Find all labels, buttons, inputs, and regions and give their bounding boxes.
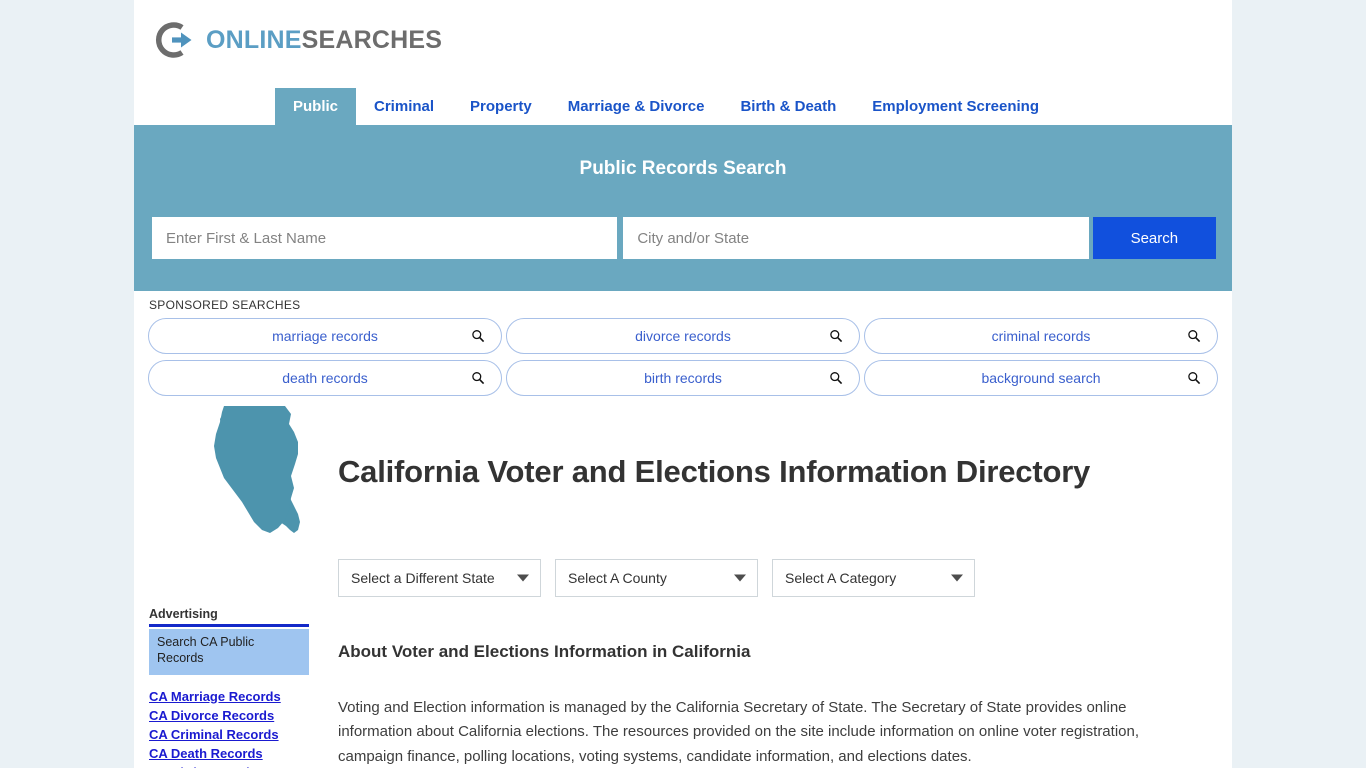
search-icon: [1187, 329, 1201, 343]
sponsored-item-label: marriage records: [272, 328, 378, 344]
search-icon: [1187, 371, 1201, 385]
advertising-heading: Advertising: [149, 607, 309, 627]
search-icon: [829, 371, 843, 385]
ad-link-ca-death-records[interactable]: CA Death Records: [149, 746, 309, 761]
chevron-down-icon: [734, 574, 746, 582]
about-section-heading: About Voter and Elections Information in…: [338, 642, 751, 662]
advertising-link-list: CA Marriage Records CA Divorce Records C…: [149, 689, 309, 768]
sponsored-item-label: divorce records: [635, 328, 731, 344]
tab-property[interactable]: Property: [452, 88, 550, 125]
sponsored-item-label: criminal records: [991, 328, 1091, 344]
tab-criminal[interactable]: Criminal: [356, 88, 452, 125]
sponsored-item-label: birth records: [644, 370, 722, 386]
location-search-input[interactable]: [623, 217, 1089, 259]
search-icon: [471, 329, 485, 343]
select-county-label: Select A County: [568, 570, 667, 586]
page-root: ONLINESEARCHES Public Criminal Property …: [0, 0, 1366, 768]
logo-searches-text: SEARCHES: [301, 25, 443, 54]
banner-title: Public Records Search: [579, 158, 787, 179]
sponsored-searches-label: SPONSORED SEARCHES: [149, 298, 301, 312]
sponsored-item-background-search[interactable]: background search: [864, 360, 1218, 396]
select-category-dropdown[interactable]: Select A Category: [772, 559, 975, 597]
select-county-dropdown[interactable]: Select A County: [555, 559, 758, 597]
tab-label: Employment Screening: [872, 98, 1040, 115]
search-form: Search: [152, 217, 1217, 259]
ad-search-ca-public-records[interactable]: Search CA Public Records: [149, 629, 309, 675]
sponsored-item-label: background search: [981, 370, 1101, 386]
search-icon: [471, 371, 485, 385]
tab-label: Property: [470, 98, 532, 115]
california-map-icon: [190, 402, 320, 542]
sponsored-item-marriage-records[interactable]: marriage records: [148, 318, 502, 354]
chevron-down-icon: [951, 574, 963, 582]
content-area: ONLINESEARCHES Public Criminal Property …: [134, 0, 1232, 768]
sponsored-item-criminal-records[interactable]: criminal records: [864, 318, 1218, 354]
tab-label: Birth & Death: [740, 98, 837, 115]
tab-label: Marriage & Divorce: [567, 98, 705, 115]
search-button[interactable]: Search: [1092, 217, 1217, 259]
main-navigation: Public Criminal Property Marriage & Divo…: [134, 88, 1232, 125]
select-state-label: Select a Different State: [351, 570, 495, 586]
logo-online-text: ONLINE: [206, 25, 302, 54]
tab-label: Public: [293, 98, 339, 115]
about-section-text: Voting and Election information is manag…: [338, 699, 1140, 765]
name-search-input[interactable]: [152, 217, 618, 259]
chevron-down-icon: [517, 574, 529, 582]
tab-employment-screening[interactable]: Employment Screening: [854, 88, 1057, 125]
circle-arrow-icon: [152, 18, 196, 62]
advertising-sidebar: Advertising Search CA Public Records CA …: [149, 607, 309, 768]
tab-public[interactable]: Public: [275, 88, 357, 125]
ad-link-ca-criminal-records[interactable]: CA Criminal Records: [149, 727, 309, 742]
logo-wordmark: ONLINESEARCHES: [206, 25, 443, 54]
sponsored-item-label: death records: [282, 370, 368, 386]
select-category-label: Select A Category: [785, 570, 897, 586]
search-icon: [829, 329, 843, 343]
select-state-dropdown[interactable]: Select a Different State: [338, 559, 541, 597]
ad-link-ca-divorce-records[interactable]: CA Divorce Records: [149, 708, 309, 723]
sponsored-item-death-records[interactable]: death records: [148, 360, 502, 396]
page-title: California Voter and Elections Informati…: [338, 453, 1091, 489]
sponsored-item-divorce-records[interactable]: divorce records: [506, 318, 860, 354]
tab-label: Criminal: [374, 98, 435, 115]
ad-link-ca-marriage-records[interactable]: CA Marriage Records: [149, 689, 309, 704]
sponsored-item-birth-records[interactable]: birth records: [506, 360, 860, 396]
tab-marriage-divorce[interactable]: Marriage & Divorce: [550, 88, 723, 125]
site-logo[interactable]: ONLINESEARCHES: [152, 18, 442, 62]
sponsored-searches-list: marriage records divorce records crimina…: [148, 318, 1218, 396]
public-records-search-banner: Public Records Search Search: [134, 125, 1232, 291]
filter-controls: Select a Different State Select A County…: [338, 559, 975, 597]
tab-birth-death[interactable]: Birth & Death: [722, 88, 854, 125]
